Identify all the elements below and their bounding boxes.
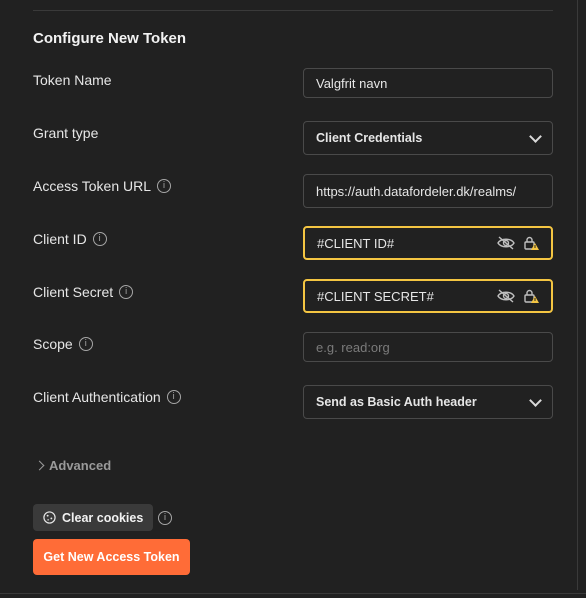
info-icon[interactable]: i	[157, 179, 172, 193]
cookie-icon	[43, 511, 56, 524]
client-secret-label: Client Secret i	[33, 284, 134, 300]
scope-label-text: Scope	[33, 336, 73, 352]
client-auth-value: Send as Basic Auth header	[316, 395, 477, 409]
chevron-right-icon	[34, 460, 45, 471]
client-id-value: #CLIENT ID#	[317, 235, 395, 251]
client-auth-label: Client Authentication i	[33, 389, 181, 405]
access-token-url-label: Access Token URL i	[33, 178, 172, 194]
scope-label: Scope i	[33, 336, 93, 352]
bottom-divider	[0, 593, 586, 594]
chevron-down-icon	[529, 129, 542, 143]
get-new-access-token-label: Get New Access Token	[43, 550, 180, 564]
chevron-down-icon	[529, 393, 542, 407]
clear-cookies-button[interactable]: Clear cookies	[33, 504, 154, 531]
token-name-label-text: Token Name	[33, 72, 112, 88]
get-new-access-token-button[interactable]: Get New Access Token	[33, 539, 190, 575]
client-auth-select[interactable]: Send as Basic Auth header	[303, 385, 553, 419]
scope-input[interactable]: e.g. read:org	[303, 332, 553, 362]
scrollbar-track[interactable]	[577, 0, 578, 590]
info-icon[interactable]: i	[78, 337, 93, 351]
grant-type-value: Client Credentials	[316, 131, 423, 145]
client-id-input[interactable]: #CLIENT ID#	[303, 226, 553, 260]
access-token-url-value: https://auth.datafordeler.dk/realms/	[316, 183, 517, 199]
info-icon[interactable]: i	[92, 232, 107, 246]
eye-off-icon[interactable]	[497, 236, 515, 250]
client-id-label: Client ID i	[33, 231, 107, 247]
client-secret-label-text: Client Secret	[33, 284, 114, 300]
advanced-label: Advanced	[49, 458, 112, 473]
token-name-input[interactable]: Valgfrit navn	[303, 68, 553, 98]
advanced-toggle[interactable]: Advanced	[34, 458, 112, 473]
top-divider	[33, 10, 553, 11]
token-name-value: Valgfrit navn	[316, 75, 388, 91]
lock-warning-icon[interactable]	[523, 235, 539, 251]
grant-type-label: Grant type	[33, 125, 98, 141]
access-token-url-input[interactable]: https://auth.datafordeler.dk/realms/	[303, 174, 553, 208]
access-token-url-label-text: Access Token URL	[33, 178, 152, 194]
grant-type-label-text: Grant type	[33, 125, 99, 141]
clear-cookies-label: Clear cookies	[62, 510, 144, 525]
client-id-label-text: Client ID	[33, 231, 87, 247]
info-icon[interactable]: i	[166, 390, 181, 404]
scope-placeholder: e.g. read:org	[316, 339, 390, 355]
eye-off-icon[interactable]	[497, 289, 515, 303]
lock-warning-icon[interactable]	[523, 288, 539, 304]
info-icon[interactable]: i	[119, 285, 134, 299]
client-auth-label-text: Client Authentication	[33, 389, 161, 405]
client-secret-value: #CLIENT SECRET#	[317, 288, 434, 304]
info-icon[interactable]: i	[158, 511, 172, 525]
token-name-label: Token Name	[33, 72, 112, 88]
section-title: Configure New Token	[33, 30, 187, 47]
client-secret-input[interactable]: #CLIENT SECRET#	[303, 279, 553, 313]
grant-type-select[interactable]: Client Credentials	[303, 121, 553, 155]
